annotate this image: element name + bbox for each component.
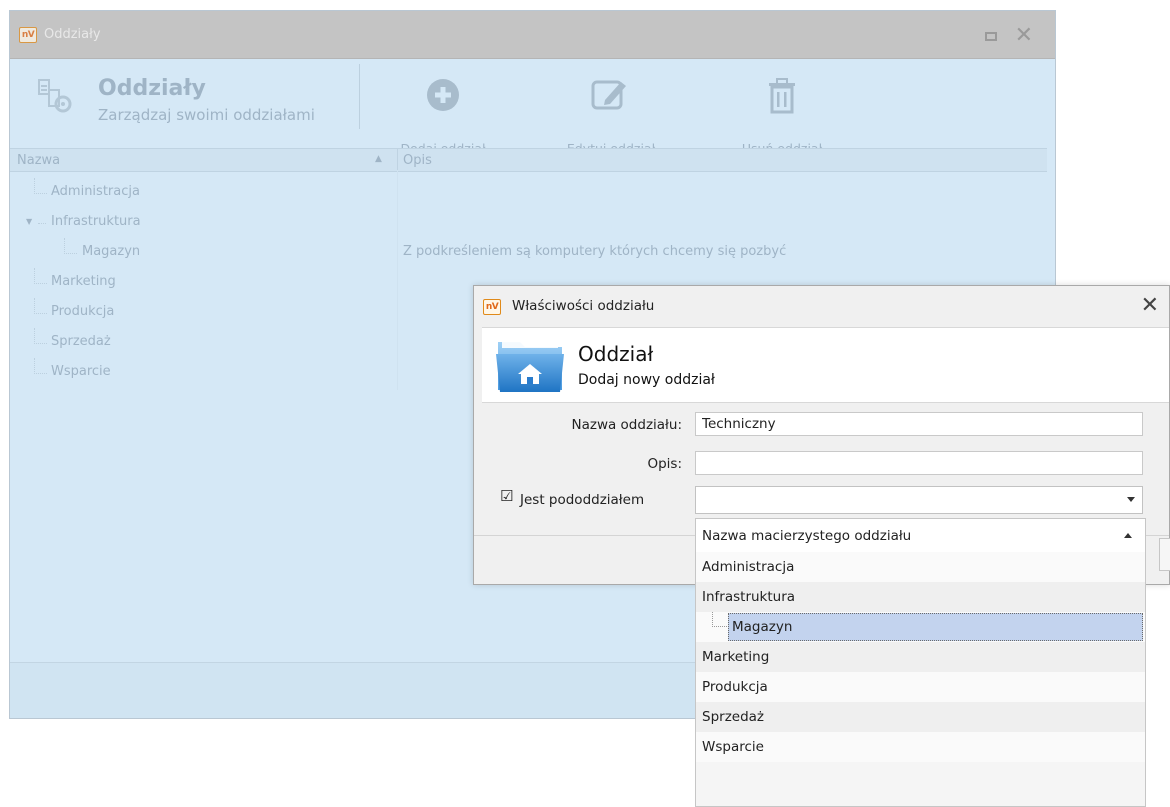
main-title-bar: nV Oddziały ✕ <box>10 11 1055 59</box>
trash-icon <box>727 78 837 122</box>
list-item-label: Administracja <box>702 559 795 575</box>
header-divider <box>359 64 360 129</box>
close-icon[interactable]: ✕ <box>1141 293 1159 318</box>
department-name-input[interactable] <box>695 412 1143 436</box>
list-item-label: Wsparcie <box>702 739 764 755</box>
tree-line <box>34 268 47 284</box>
list-item-label: Infrastruktura <box>702 589 796 605</box>
add-circle-icon <box>388 78 498 122</box>
row-name: Wsparcie <box>51 364 111 379</box>
sort-ascending-icon <box>1124 533 1132 538</box>
row-name: Sprzedaż <box>51 334 111 349</box>
app-logo-icon: nV <box>483 299 501 315</box>
list-item[interactable]: Marketing <box>696 642 1145 672</box>
column-header-name[interactable]: Nazwa <box>17 153 60 168</box>
list-item[interactable]: Sprzedaż <box>696 702 1145 732</box>
collapse-arrow-icon[interactable]: ▼ <box>26 217 32 226</box>
chevron-down-icon <box>1127 497 1135 502</box>
parent-department-dropdown[interactable]: Nazwa macierzystego oddziału Administrac… <box>695 518 1146 807</box>
table-row[interactable]: Magazyn Z podkreśleniem są komputery któ… <box>10 238 1047 268</box>
list-item-label: Sprzedaż <box>702 709 765 725</box>
page-subtitle: Zarządzaj swoimi oddziałami <box>98 106 315 124</box>
list-item-selected[interactable]: Magazyn <box>696 612 1145 642</box>
row-name: Administracja <box>51 184 140 199</box>
parent-department-select[interactable] <box>695 486 1143 514</box>
main-header: Oddziały Zarządzaj swoimi oddziałami Dod… <box>10 58 1055 156</box>
list-item[interactable]: Wsparcie <box>696 732 1145 762</box>
page-title: Oddziały <box>98 76 206 101</box>
add-department-button[interactable]: Dodaj oddział <box>388 78 498 156</box>
dialog-footer-button[interactable] <box>1159 538 1170 571</box>
dialog-header: Oddział Dodaj nowy oddział <box>482 327 1169 403</box>
tree-line <box>34 358 47 374</box>
subdepartment-label: Jest pododdziałem <box>520 492 645 508</box>
maximize-icon[interactable] <box>985 32 997 41</box>
tree-line <box>712 612 727 627</box>
tree-line <box>34 298 47 314</box>
main-window-title: Oddziały <box>44 27 101 42</box>
grid-header: Nazwa ▲ Opis <box>10 148 1047 172</box>
column-separator <box>397 149 398 171</box>
edit-icon <box>551 78 671 122</box>
close-icon[interactable]: ✕ <box>1015 23 1033 48</box>
row-name: Infrastruktura <box>51 214 141 229</box>
tree-line <box>34 178 47 194</box>
dropdown-header-label: Nazwa macierzystego oddziału <box>702 528 912 544</box>
folder-home-icon <box>496 336 564 398</box>
description-input[interactable] <box>695 451 1143 475</box>
column-header-desc[interactable]: Opis <box>403 153 432 168</box>
list-item-label: Magazyn <box>732 619 793 635</box>
dialog-title-bar: nV Właściwości oddziału ✕ <box>474 286 1169 327</box>
list-item[interactable]: Administracja <box>696 552 1145 582</box>
list-item[interactable]: Infrastruktura <box>696 582 1145 612</box>
subdepartment-checkbox[interactable]: ☑ <box>500 489 514 504</box>
description-label: Opis: <box>647 456 682 472</box>
row-name: Marketing <box>51 274 116 289</box>
table-row[interactable]: Administracja <box>10 178 1047 208</box>
dropdown-column-header[interactable]: Nazwa macierzystego oddziału <box>696 519 1145 553</box>
departments-settings-icon <box>35 76 81 124</box>
row-desc: Z podkreśleniem są komputery których chc… <box>403 244 787 259</box>
tree-line <box>64 238 77 254</box>
row-name: Magazyn <box>82 244 141 259</box>
sort-ascending-icon: ▲ <box>375 154 382 164</box>
dialog-header-subtitle: Dodaj nowy oddział <box>578 372 715 388</box>
name-label: Nazwa oddziału: <box>571 417 682 433</box>
tree-line <box>38 208 46 224</box>
table-row[interactable]: ▼ Infrastruktura <box>10 208 1047 238</box>
delete-department-button[interactable]: Usuń oddział <box>727 78 837 156</box>
tree-line <box>34 328 47 344</box>
app-logo-icon: nV <box>19 27 37 43</box>
list-item[interactable]: Produkcja <box>696 672 1145 702</box>
list-item-label: Marketing <box>702 649 770 665</box>
list-item-label: Produkcja <box>702 679 768 695</box>
edit-department-button[interactable]: Edytuj oddział <box>551 78 671 156</box>
dialog-title: Właściwości oddziału <box>512 298 655 314</box>
dialog-header-title: Oddział <box>578 342 654 366</box>
row-name: Produkcja <box>51 304 115 319</box>
